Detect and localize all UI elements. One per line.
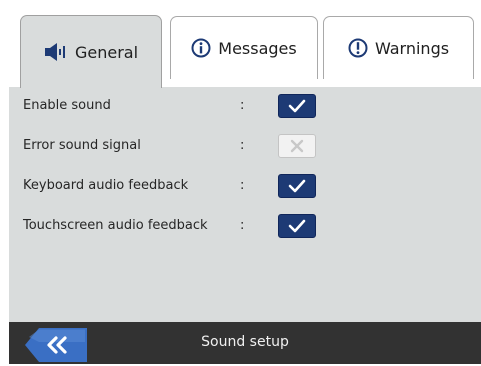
- checkmark-icon: [288, 219, 306, 233]
- setting-row-enable-sound: Enable sound :: [23, 94, 323, 118]
- tab-warnings[interactable]: Warnings: [323, 16, 474, 79]
- settings-panel: Enable sound : Error sound signal : Keyb…: [9, 87, 481, 322]
- setting-row-error-sound-signal: Error sound signal :: [23, 134, 323, 158]
- error-sound-signal-checkbox[interactable]: [278, 134, 316, 158]
- setting-row-keyboard-audio-feedback: Keyboard audio feedback :: [23, 174, 323, 198]
- info-icon: [191, 38, 211, 58]
- setting-label: Touchscreen audio feedback: [23, 218, 208, 233]
- tab-messages[interactable]: Messages: [170, 16, 318, 79]
- tab-warnings-label: Warnings: [374, 38, 450, 58]
- setting-label: Enable sound: [23, 98, 111, 113]
- enable-sound-checkbox[interactable]: [278, 94, 316, 118]
- setting-separator: :: [240, 138, 245, 153]
- screen-title: Sound setup: [201, 334, 289, 350]
- checkmark-icon: [288, 179, 306, 193]
- tab-general[interactable]: General: [20, 15, 162, 88]
- setting-label: Keyboard audio feedback: [23, 178, 189, 193]
- setting-separator: :: [240, 178, 245, 193]
- touchscreen-audio-feedback-checkbox[interactable]: [278, 214, 316, 238]
- checkmark-icon: [288, 99, 306, 113]
- speaker-icon: [44, 43, 68, 61]
- setting-separator: :: [240, 98, 245, 113]
- cross-icon: [290, 139, 304, 153]
- tab-bar: General Messages Warnings: [9, 14, 481, 88]
- tab-general-label: General: [74, 42, 139, 62]
- setting-label: Error sound signal: [23, 138, 141, 153]
- tab-messages-label: Messages: [218, 38, 297, 58]
- setting-separator: :: [240, 218, 245, 233]
- sound-setup-screen: General Messages Warnings Enable sound:…: [9, 0, 481, 364]
- warning-icon: [348, 38, 368, 58]
- setting-row-touchscreen-audio-feedback: Touchscreen audio feedback :: [23, 214, 323, 238]
- keyboard-audio-feedback-checkbox[interactable]: [278, 174, 316, 198]
- footer-bar: Sound setup: [9, 322, 481, 364]
